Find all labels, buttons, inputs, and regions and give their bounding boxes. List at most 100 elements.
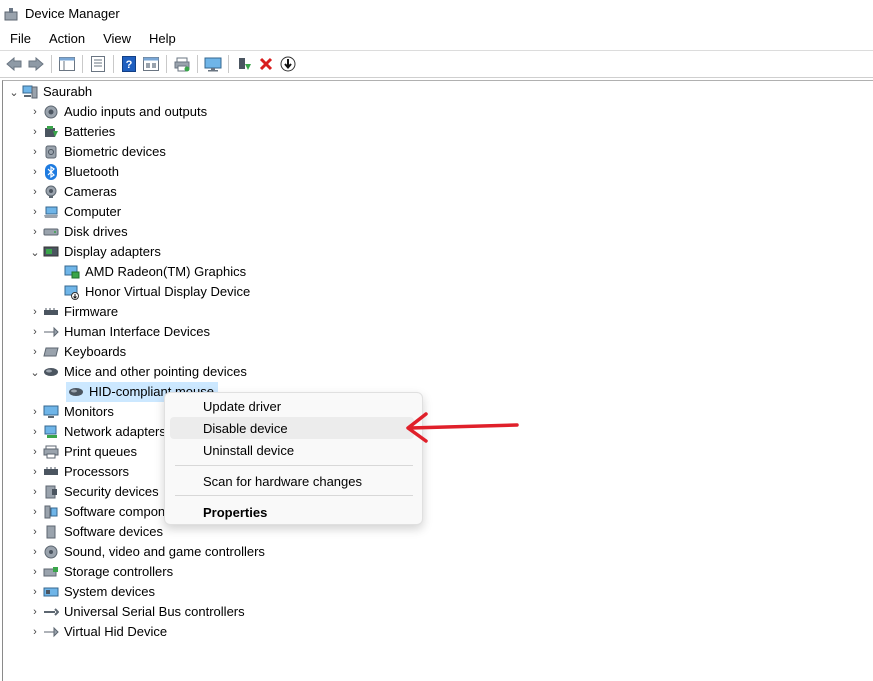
tree-item-security[interactable]: › Security devices	[27, 482, 159, 502]
update-driver-button[interactable]	[234, 54, 254, 74]
display-adapter-icon	[43, 244, 59, 260]
tree-item-cameras[interactable]: › Cameras	[27, 182, 117, 202]
chevron-right-icon[interactable]: ›	[27, 342, 43, 362]
sound-controller-icon	[43, 544, 59, 560]
tree-item-keyboards[interactable]: › Keyboards	[27, 342, 126, 362]
computer-icon	[43, 204, 59, 220]
disable-device-menu-item[interactable]: Disable device	[170, 417, 414, 439]
tree-item-firmware[interactable]: › Firmware	[27, 302, 118, 322]
chevron-down-icon[interactable]: ⌄	[6, 82, 22, 102]
chevron-right-icon[interactable]: ›	[27, 482, 43, 502]
chevron-right-icon[interactable]: ›	[27, 142, 43, 162]
tree-item-usb[interactable]: › Universal Serial Bus controllers	[27, 602, 244, 622]
download-button[interactable]	[278, 54, 298, 74]
chevron-right-icon[interactable]: ›	[27, 522, 43, 542]
chevron-down-icon[interactable]: ⌄	[27, 362, 43, 382]
chevron-right-icon[interactable]: ›	[27, 422, 43, 442]
chevron-down-icon[interactable]: ⌄	[27, 242, 43, 262]
svg-text:?: ?	[126, 59, 133, 71]
root-label: Saurabh	[43, 84, 93, 99]
tree-item-hid[interactable]: › Human Interface Devices	[27, 322, 210, 342]
tree-item-mice[interactable]: ⌄ Mice and other pointing devices	[27, 362, 246, 382]
update-driver-menu-item[interactable]: Update driver	[170, 395, 414, 417]
processor-icon	[43, 464, 59, 480]
tree-item-virtual-hid[interactable]: › Virtual Hid Device	[27, 622, 167, 642]
chevron-right-icon[interactable]: ›	[27, 122, 43, 142]
scan-hardware-changes-menu-item[interactable]: Scan for hardware changes	[170, 470, 414, 492]
tree-item-network[interactable]: › Network adapters	[27, 422, 166, 442]
tree-item-label: Monitors	[64, 404, 114, 419]
menu-help[interactable]: Help	[139, 27, 184, 50]
red-x-icon	[259, 57, 273, 71]
menu-item-label: Scan for hardware changes	[203, 473, 362, 489]
webcam-icon	[43, 184, 59, 200]
chevron-right-icon[interactable]: ›	[27, 442, 43, 462]
chevron-right-icon[interactable]: ›	[27, 402, 43, 422]
tree-item-label: Disk drives	[64, 224, 128, 239]
toolbar-separator	[197, 55, 198, 73]
red-arrow-annotation-icon	[406, 412, 519, 443]
chevron-right-icon[interactable]: ›	[27, 622, 43, 642]
tree-item-processors[interactable]: › Processors	[27, 462, 129, 482]
menu-action[interactable]: Action	[39, 27, 93, 50]
chevron-right-icon[interactable]: ›	[27, 562, 43, 582]
tree-item-system[interactable]: › System devices	[27, 582, 155, 602]
uninstall-button[interactable]	[256, 54, 276, 74]
chevron-right-icon[interactable]: ›	[27, 582, 43, 602]
speaker-icon	[43, 104, 59, 120]
tree-item-print[interactable]: › Print queues	[27, 442, 137, 462]
tree-item-label: Human Interface Devices	[64, 324, 210, 339]
virtual-hid-icon	[43, 624, 59, 640]
tree-item-label: Software devices	[64, 524, 163, 539]
forward-button[interactable]	[26, 54, 46, 74]
chevron-right-icon[interactable]: ›	[27, 602, 43, 622]
toolbar-separator	[113, 55, 114, 73]
tree-item-amd-radeon[interactable]: AMD Radeon(TM) Graphics	[48, 262, 246, 282]
window-title: Device Manager	[25, 6, 120, 21]
tree-item-label: Security devices	[64, 484, 159, 499]
tree-item-label: Storage controllers	[64, 564, 174, 579]
help-button[interactable]: ?	[119, 54, 139, 74]
menu-file[interactable]: File	[0, 27, 39, 50]
chevron-right-icon[interactable]: ›	[27, 202, 43, 222]
bluetooth-icon	[43, 164, 59, 180]
properties-menu-item[interactable]: Properties	[170, 501, 414, 523]
chevron-right-icon[interactable]: ›	[27, 162, 43, 182]
tree-item-batteries[interactable]: › Batteries	[27, 122, 115, 142]
printer-icon	[43, 444, 59, 460]
view-button[interactable]	[141, 54, 161, 74]
tree-root[interactable]: ⌄ Saurabh	[6, 82, 92, 102]
tree-item-display[interactable]: ⌄ Display adapters	[27, 242, 160, 262]
toolbar: ?	[0, 51, 873, 78]
chevron-right-icon[interactable]: ›	[27, 302, 43, 322]
show-hide-console-tree-button[interactable]	[57, 54, 77, 74]
monitor-icon	[204, 57, 222, 71]
tree-item-sound[interactable]: › Sound, video and game controllers	[27, 542, 265, 562]
chevron-right-icon[interactable]: ›	[27, 462, 43, 482]
tree-item-audio[interactable]: › Audio inputs and outputs	[27, 102, 207, 122]
toolbar-separator	[82, 55, 83, 73]
menu-view[interactable]: View	[93, 27, 139, 50]
tree-item-bluetooth[interactable]: › Bluetooth	[27, 162, 119, 182]
back-button[interactable]	[4, 54, 24, 74]
tree-item-honor-virtual-display[interactable]: Honor Virtual Display Device	[48, 282, 250, 302]
software-device-icon	[43, 524, 59, 540]
chevron-right-icon[interactable]: ›	[27, 322, 43, 342]
chevron-right-icon[interactable]: ›	[27, 502, 43, 522]
tree-item-computer[interactable]: › Computer	[27, 202, 121, 222]
tree-item-disk[interactable]: › Disk drives	[27, 222, 128, 242]
print-button[interactable]	[172, 54, 192, 74]
chevron-right-icon[interactable]: ›	[27, 102, 43, 122]
chevron-right-icon[interactable]: ›	[27, 182, 43, 202]
uninstall-device-menu-item[interactable]: Uninstall device	[170, 439, 414, 461]
fingerprint-reader-icon	[43, 144, 59, 160]
monitor-button[interactable]	[203, 54, 223, 74]
tree-item-biometric[interactable]: › Biometric devices	[27, 142, 166, 162]
menu-separator	[175, 465, 413, 466]
tree-item-software-devices[interactable]: › Software devices	[27, 522, 163, 542]
tree-item-storage[interactable]: › Storage controllers	[27, 562, 173, 582]
chevron-right-icon[interactable]: ›	[27, 542, 43, 562]
chevron-right-icon[interactable]: ›	[27, 222, 43, 242]
tree-item-monitors[interactable]: › Monitors	[27, 402, 114, 422]
properties-button[interactable]	[88, 54, 108, 74]
